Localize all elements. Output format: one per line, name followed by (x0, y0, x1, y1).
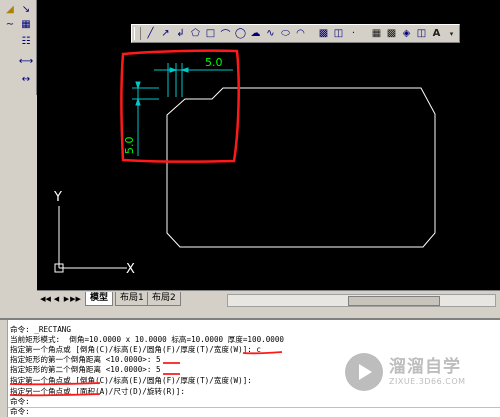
y-axis-label: Y (53, 190, 62, 205)
construction-line-icon[interactable]: ↗ (158, 26, 173, 41)
revision-cloud-icon[interactable]: ☁ (248, 26, 263, 41)
leader-icon[interactable]: ↘ (19, 3, 33, 17)
prev-tab-icon[interactable]: ◀ (52, 294, 61, 304)
insert-block-icon[interactable]: ▩ (316, 26, 331, 41)
rectangle-icon[interactable]: □ (203, 26, 218, 41)
spline-icon-2[interactable]: ∿ (263, 26, 278, 41)
ucs-icon (54, 206, 127, 273)
watermark-play-icon (345, 353, 383, 391)
left-toolbar: ◢ ↘ ∼ ▦ ☷ ⟷ ↔ (0, 0, 37, 95)
region-icon[interactable]: ◈ (399, 26, 414, 41)
arc-icon[interactable]: ⌒ (218, 26, 233, 41)
toolbar-grip[interactable] (134, 27, 141, 40)
dimension-icon[interactable]: ◢ (3, 3, 17, 17)
tab-model[interactable]: 模型 (85, 292, 114, 306)
toolbar-overflow-icon[interactable]: ▾ (444, 26, 459, 41)
x-axis-label: X (126, 262, 135, 277)
gradient-icon[interactable]: ▩ (384, 26, 399, 41)
layout-tab-bar: ◀◀ ◀ ▶ ▶▶ 模型 布局1 布局2 (37, 290, 500, 308)
polyline-icon[interactable]: ↲ (173, 26, 188, 41)
scrollbar-thumb[interactable] (348, 296, 440, 306)
hatch-icon-2[interactable]: ▦ (369, 26, 384, 41)
watermark: 溜溜自学 ZIXUE.3D66.COM (345, 350, 495, 394)
chamfered-rectangle[interactable] (166, 87, 436, 248)
point-icon[interactable]: · (346, 26, 361, 41)
line-icon[interactable]: ╱ (143, 26, 158, 41)
last-tab-icon[interactable]: ▶▶ (70, 294, 81, 304)
ellipse-icon[interactable]: ⬭ (278, 26, 293, 41)
first-tab-icon[interactable]: ◀◀ (40, 294, 51, 304)
horizontal-scrollbar[interactable] (227, 294, 496, 307)
multiline-text-icon[interactable]: A (429, 26, 444, 41)
ellipse-arc-icon[interactable]: ◠ (293, 26, 308, 41)
red-underline-annotation (9, 393, 101, 397)
horizontal-dimension-text: 5.0 (205, 56, 223, 69)
aligned-dimension-icon[interactable]: ⟷ (19, 55, 33, 69)
draw-toolbar: ╱ ↗ ↲ ⬠ □ ⌒ ◯ ☁ ∿ ⬭ ◠ ▩ ◫ · ▦ ▩ ◈ ◫ A ▾ (131, 24, 460, 43)
drawing-svg: 5.0 5.0 Y X (53, 49, 436, 277)
watermark-sub-text: ZIXUE.3D66.COM (389, 377, 466, 386)
spline-icon[interactable]: ∼ (3, 18, 17, 32)
watermark-main-text: 溜溜自学 (389, 357, 461, 377)
table-icon[interactable]: ☷ (19, 35, 33, 49)
circle-icon[interactable]: ◯ (233, 26, 248, 41)
red-underline-annotation (9, 382, 101, 386)
tab-layout1[interactable]: 布局1 (115, 292, 149, 306)
drawing-canvas[interactable]: 5.0 5.0 Y X (37, 0, 500, 290)
polygon-icon[interactable]: ⬠ (188, 26, 203, 41)
table-icon-2[interactable]: ◫ (414, 26, 429, 41)
tab-layout2[interactable]: 布局2 (147, 292, 181, 306)
red-underline-annotation (242, 351, 283, 355)
vertical-dimension[interactable] (132, 81, 159, 156)
linear-dimension-icon[interactable]: ↔ (19, 73, 33, 87)
vertical-dimension-text: 5.0 (123, 137, 136, 155)
make-block-icon[interactable]: ◫ (331, 26, 346, 41)
hatch-icon[interactable]: ▦ (19, 18, 33, 32)
